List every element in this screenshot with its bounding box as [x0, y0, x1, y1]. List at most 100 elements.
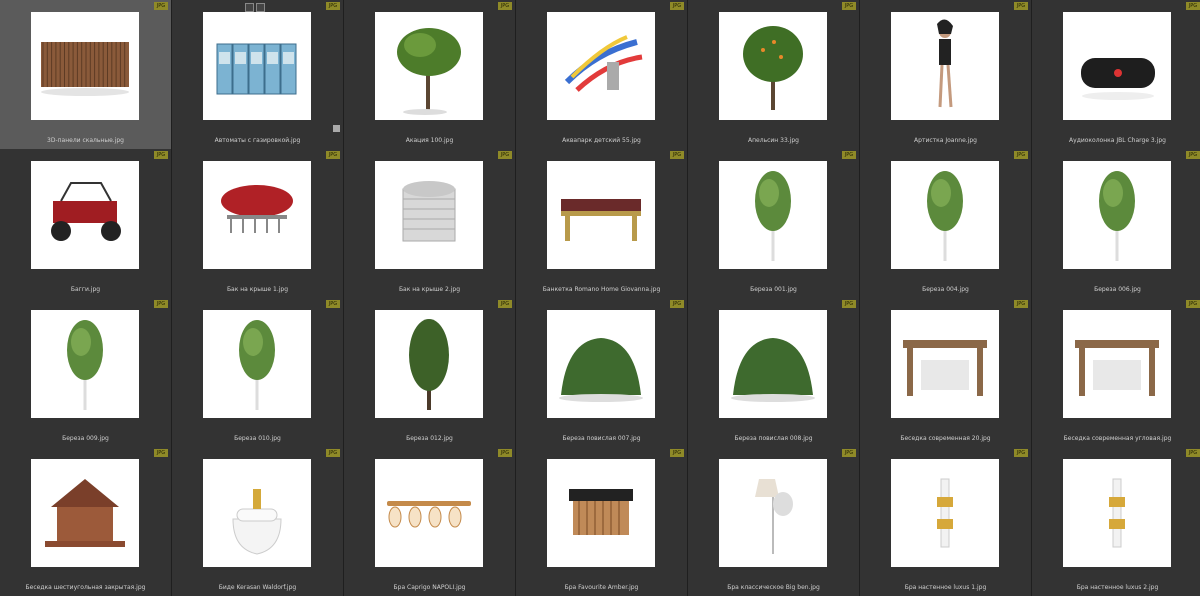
file-name: 3D-панели скальные.jpg: [47, 137, 124, 144]
thumbnail-item[interactable]: JPG Береза 010.jpg: [172, 298, 343, 447]
file-type-badge: JPG: [1014, 449, 1028, 457]
file-name: Бра Favourite Amber.jpg: [564, 584, 639, 591]
pavilion-icon: [1063, 310, 1171, 418]
thumbnail-item[interactable]: JPG 3D-панели скальные.jpg: [0, 0, 171, 149]
thumbnail-item[interactable]: JPG Беседка современная 20.jpg: [860, 298, 1031, 447]
thumbnail-item[interactable]: JPG Апельсин 33.jpg: [688, 0, 859, 149]
gazebo-icon: [31, 459, 139, 567]
birch-icon: [31, 310, 139, 418]
tree-icon: [375, 12, 483, 120]
file-type-badge: JPG: [1014, 300, 1028, 308]
thumbnail-item[interactable]: JPG Береза 001.jpg: [688, 149, 859, 298]
thumbnail-item[interactable]: JPG Артистка Joanne.jpg: [860, 0, 1031, 149]
file-type-badge: JPG: [154, 2, 168, 10]
file-type-badge: JPG: [154, 300, 168, 308]
thumbnail-item[interactable]: JPG Бра классическое Big ben.jpg: [688, 447, 859, 596]
tank-icon: [203, 161, 311, 269]
file-name: Аквапарк детский 55.jpg: [562, 137, 641, 144]
thumbnail-item[interactable]: JPG Береза повислая 008.jpg: [688, 298, 859, 447]
file-name: Бак на крыше 2.jpg: [398, 286, 461, 293]
thumbnail-item[interactable]: JPG Аквапарк детский 55.jpg: [516, 0, 687, 149]
file-type-badge: JPG: [670, 151, 684, 159]
file-type-badge: JPG: [1186, 300, 1200, 308]
file-name: Береза повислая 007.jpg: [562, 435, 641, 442]
thumbnail-item[interactable]: JPG Акация 100.jpg: [344, 0, 515, 149]
thumbnail-item[interactable]: JPG Бра настенное luxus 1.jpg: [860, 447, 1031, 596]
file-type-badge: JPG: [154, 449, 168, 457]
file-type-badge: JPG: [842, 300, 856, 308]
file-type-badge: JPG: [842, 2, 856, 10]
thumbnail-item[interactable]: JPG Беседка современная угловая.jpg: [1032, 298, 1200, 447]
file-type-badge: JPG: [1186, 2, 1200, 10]
file-name: Беседка шестиугольная закрытая.jpg: [25, 584, 146, 591]
thumbnail-item[interactable]: JPG Автоматы с газировкой.jpg: [172, 0, 343, 149]
silo-tank-icon: [375, 161, 483, 269]
file-type-badge: JPG: [326, 449, 340, 457]
birch-icon: [891, 161, 999, 269]
thumbnail-item[interactable]: JPG Беседка шестиугольная закрытая.jpg: [0, 447, 171, 596]
speaker-icon: [1063, 12, 1171, 120]
thumbnail-item[interactable]: JPG Банкетка Romano Home Giovanna.jpg: [516, 149, 687, 298]
thumbnail-item[interactable]: JPG Бра настенное luxus 2.jpg: [1032, 447, 1200, 596]
file-type-badge: JPG: [154, 151, 168, 159]
thumbnail-item[interactable]: JPG Аудиоколонка JBL Charge 3.jpg: [1032, 0, 1200, 149]
birch-icon: [203, 310, 311, 418]
file-type-badge: JPG: [326, 2, 340, 10]
weeping-birch-icon: [719, 310, 827, 418]
thumbnail-item[interactable]: JPG Береза 006.jpg: [1032, 149, 1200, 298]
file-name: Аудиоколонка JBL Charge 3.jpg: [1069, 137, 1166, 144]
sconce-icon: [547, 459, 655, 567]
thumbnail-item[interactable]: JPG Береза повислая 007.jpg: [516, 298, 687, 447]
thumbnail-item[interactable]: JPG Бак на крыше 2.jpg: [344, 149, 515, 298]
file-name: Береза повислая 008.jpg: [734, 435, 813, 442]
file-name: Береза 009.jpg: [62, 435, 109, 442]
file-type-badge: JPG: [1186, 151, 1200, 159]
thumbnail-item[interactable]: JPG Бра Favourite Amber.jpg: [516, 447, 687, 596]
file-name: Береза 001.jpg: [750, 286, 797, 293]
file-name: Бра настенное luxus 2.jpg: [1076, 584, 1159, 591]
file-type-badge: JPG: [498, 151, 512, 159]
file-type-badge: JPG: [1014, 2, 1028, 10]
birch-icon: [719, 161, 827, 269]
file-name: Бра Caprigo NAPOLI.jpg: [393, 584, 466, 591]
thumbnail-item[interactable]: JPG Биде Kerasan Waldorf.jpg: [172, 447, 343, 596]
file-type-badge: JPG: [498, 449, 512, 457]
file-name: Бак на крыше 1.jpg: [226, 286, 289, 293]
thumbnail-item[interactable]: JPG Бра Caprigo NAPOLI.jpg: [344, 447, 515, 596]
thumbnail-item[interactable]: JPG Бак на крыше 1.jpg: [172, 149, 343, 298]
vending-machine-icon: [203, 12, 311, 120]
file-type-badge: JPG: [1014, 151, 1028, 159]
file-name: Береза 004.jpg: [922, 286, 969, 293]
thumbnail-item[interactable]: JPG Береза 012.jpg: [344, 298, 515, 447]
file-type-badge: JPG: [670, 2, 684, 10]
file-name: Береза 006.jpg: [1094, 286, 1141, 293]
file-name: Бра классическое Big ben.jpg: [727, 584, 820, 591]
file-type-badge: JPG: [498, 2, 512, 10]
file-name: Акация 100.jpg: [405, 137, 454, 144]
file-name: Банкетка Romano Home Giovanna.jpg: [542, 286, 661, 293]
lamp-icon: [719, 459, 827, 567]
woman-figure-icon: [891, 12, 999, 120]
file-name: Автоматы с газировкой.jpg: [214, 137, 301, 144]
buggy-icon: [31, 161, 139, 269]
birch-icon: [1063, 161, 1171, 269]
label-slash-icon[interactable]: [256, 3, 265, 12]
select-square-icon[interactable]: [245, 3, 254, 12]
thumbnail-item[interactable]: JPG Багги.jpg: [0, 149, 171, 298]
willow-icon: [375, 310, 483, 418]
wall-light-icon: [1063, 459, 1171, 567]
thumbnail-item[interactable]: JPG Береза 009.jpg: [0, 298, 171, 447]
file-name: Апельсин 33.jpg: [748, 137, 799, 144]
file-type-badge: JPG: [326, 151, 340, 159]
file-type-badge: JPG: [326, 300, 340, 308]
file-name: Беседка современная 20.jpg: [900, 435, 991, 442]
file-name: Береза 012.jpg: [406, 435, 453, 442]
file-type-badge: JPG: [498, 300, 512, 308]
file-name: Бра настенное luxus 1.jpg: [904, 584, 987, 591]
thumbnail-item[interactable]: JPG Береза 004.jpg: [860, 149, 1031, 298]
water-slide-icon: [547, 12, 655, 120]
file-name: Артистка Joanne.jpg: [914, 137, 977, 144]
check-box-icon[interactable]: [333, 125, 340, 132]
weeping-birch-icon: [547, 310, 655, 418]
file-name: Биде Kerasan Waldorf.jpg: [218, 584, 297, 591]
